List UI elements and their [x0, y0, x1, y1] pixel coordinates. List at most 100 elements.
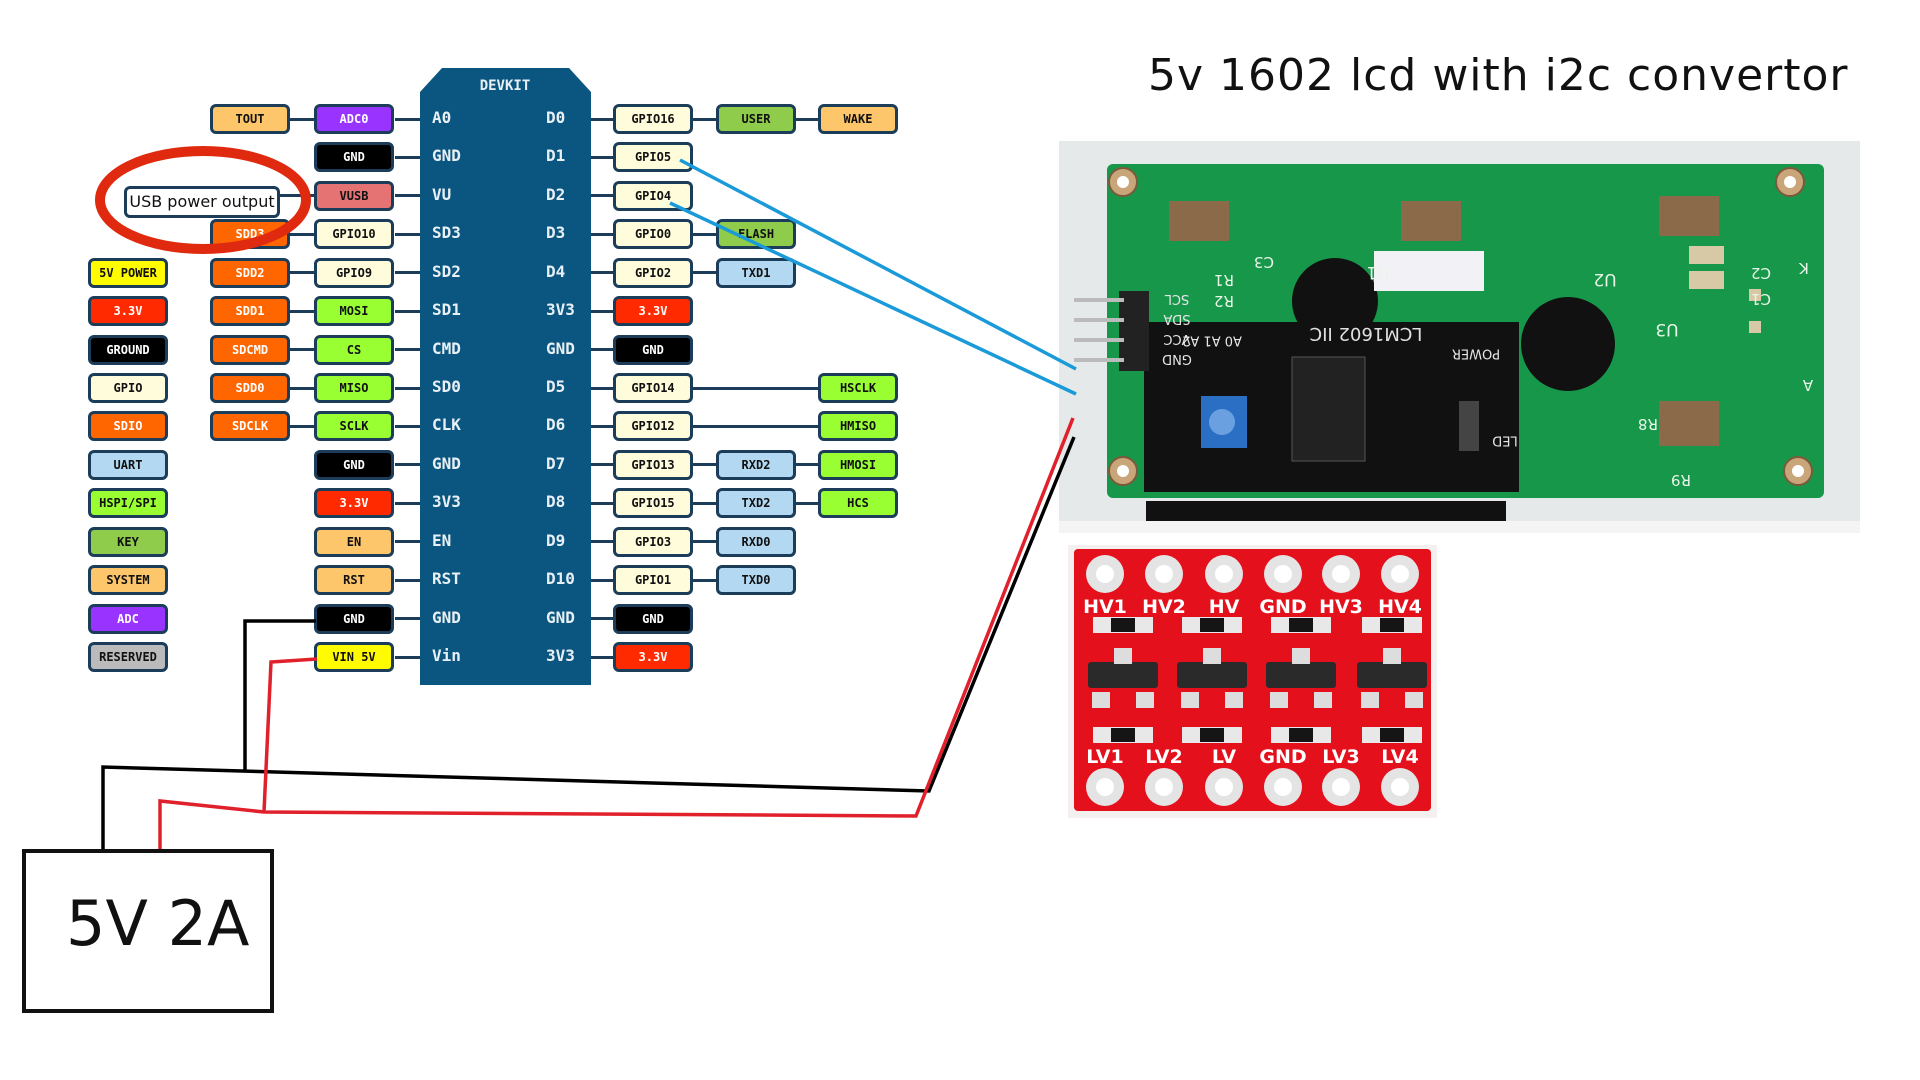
- pin-connector: [395, 155, 420, 159]
- mosfet-transistor: [1357, 662, 1427, 688]
- pin-connector: [290, 309, 314, 313]
- board-pin-gnd: GND: [432, 607, 461, 627]
- pin-label-gpio5: GPIO5: [613, 142, 693, 173]
- pin-label-rst: RST: [314, 565, 394, 596]
- pin-connector: [290, 424, 314, 428]
- pin-label-sdd3: SDD3: [210, 219, 290, 250]
- resistor: [1380, 728, 1404, 742]
- pin-hole-center: [1215, 778, 1233, 796]
- header-pin-label-sda: SDA: [1163, 311, 1190, 326]
- pin-connector: [591, 424, 613, 428]
- resistor: [1200, 728, 1224, 742]
- board-pin-clk: CLK: [432, 415, 461, 435]
- pin-label-rxd2: RXD2: [716, 449, 796, 480]
- hv-pin-label: HV2: [1142, 596, 1186, 618]
- pin-label-flash: FLASH: [716, 219, 796, 250]
- pin-hole-center: [1155, 565, 1173, 583]
- pin-connector: [591, 501, 613, 505]
- board-pin-gnd: GND: [432, 453, 461, 473]
- silkscreen-label-led: LED: [1492, 432, 1517, 447]
- pin-connector: [693, 540, 716, 544]
- transistor-pad: [1114, 648, 1132, 664]
- transistor-pad: [1092, 692, 1110, 708]
- pin-label-sdclk: SDCLK: [210, 411, 290, 442]
- lcd-1602-photo: LCM1602 IIC SCLSDAVCCGNDA0 A1 A2POWERLED…: [1059, 141, 1860, 533]
- header-pin-label-gnd: GND: [1162, 351, 1192, 366]
- pin-label-txd0: TXD0: [716, 565, 796, 596]
- pin-label-rxd0: RXD0: [716, 526, 796, 557]
- silkscreen-label-u1: U1: [1366, 262, 1389, 282]
- pin-label-gpio9: GPIO9: [314, 257, 394, 288]
- pin-label-gnd: GND: [613, 334, 693, 365]
- pin-connector: [395, 501, 420, 505]
- potentiometer-knob: [1209, 409, 1235, 435]
- pin-label-gpio16: GPIO16: [613, 104, 693, 134]
- pin-connector: [395, 309, 420, 313]
- backpack-label: LCM1602 IIC: [1310, 323, 1423, 344]
- pin-connector: [693, 424, 818, 428]
- silkscreen-label-r1: R1: [1214, 271, 1234, 289]
- pin-label-vin-5v: VIN 5V: [314, 642, 394, 673]
- pin-connector: [290, 117, 314, 121]
- board-pin-3v3: 3V3: [432, 492, 461, 512]
- pin-hole-center: [1332, 565, 1350, 583]
- pin-label-tout: TOUT: [210, 104, 290, 134]
- pin-hole-center: [1155, 778, 1173, 796]
- pin-connector: [591, 578, 613, 582]
- pin-label-gpio13: GPIO13: [613, 449, 693, 480]
- pin-label-uart: UART: [88, 449, 168, 480]
- silkscreen-label-a: A: [1802, 376, 1813, 394]
- pin-label-sclk: SCLK: [314, 411, 394, 442]
- pin-connector: [290, 386, 314, 390]
- pin-label-sdd2: SDD2: [210, 257, 290, 288]
- pin-label-gnd: GND: [314, 449, 394, 480]
- transistor-pad: [1405, 692, 1423, 708]
- lv-pin-label: LV3: [1322, 746, 1359, 768]
- silkscreen-label-u3: U3: [1655, 319, 1678, 339]
- pin-connector: [693, 232, 716, 236]
- board-pin-sd3: SD3: [432, 223, 461, 243]
- pin-label-gpio10: GPIO10: [314, 219, 394, 250]
- pin-label-cs: CS: [314, 334, 394, 365]
- pin-connector: [591, 309, 613, 313]
- board-pin-sd2: SD2: [432, 261, 461, 281]
- pin-connector: [591, 117, 613, 121]
- pin-hole-center: [1096, 565, 1114, 583]
- lv-pin-label: LV1: [1086, 746, 1123, 768]
- board-pin-sd1: SD1: [432, 300, 461, 320]
- hv-pin-label: HV1: [1083, 596, 1127, 618]
- lcd-header-row: [1146, 501, 1506, 523]
- board-pin-sd0: SD0: [432, 377, 461, 396]
- transistor-pad: [1270, 692, 1288, 708]
- pin-label-gpio1: GPIO1: [613, 565, 693, 596]
- pin-label-hspi-spi: HSPI/SPI: [88, 488, 168, 519]
- pin-label-gpio0: GPIO0: [613, 219, 693, 250]
- power-supply-label: 5V 2A: [66, 887, 250, 960]
- diagram-title: 5v 1602 lcd with i2c convertor: [1148, 50, 1849, 101]
- pin-label-hsclk: HSCLK: [818, 373, 898, 403]
- mosfet-transistor: [1266, 662, 1336, 688]
- silkscreen-label-r9: R9: [1671, 471, 1691, 489]
- pin-connector: [395, 424, 420, 428]
- board-pin-vin: Vin: [432, 646, 461, 666]
- usb-power-output-note: USB power output: [124, 186, 280, 218]
- lv-pin-label: LV: [1212, 746, 1236, 768]
- pcf8574-chip: [1291, 356, 1366, 462]
- header-pin-label-scl: SCL: [1164, 291, 1189, 306]
- pin-label-3-3v: 3.3V: [613, 642, 693, 673]
- board-pin-rst: RST: [432, 569, 461, 589]
- pin-label-hmosi: HMOSI: [818, 449, 898, 480]
- pin-hole-center: [1274, 778, 1292, 796]
- pin-label-gpio15: GPIO15: [613, 488, 693, 519]
- resistor: [1289, 728, 1313, 742]
- pin-connector: [395, 232, 420, 236]
- devkit-board-name: DEVKIT: [480, 78, 531, 94]
- pin-connector: [591, 155, 613, 159]
- silkscreen-label-u2: U2: [1593, 269, 1616, 289]
- resistor: [1111, 728, 1135, 742]
- pin-hole-center: [1391, 565, 1409, 583]
- silkscreen-label-c2: C2: [1751, 264, 1771, 282]
- silkscreen-label-a0-a1-a2: A0 A1 A2: [1182, 332, 1242, 347]
- silkscreen-label-c3: C3: [1254, 253, 1274, 271]
- pin-label-sdd0: SDD0: [210, 373, 290, 403]
